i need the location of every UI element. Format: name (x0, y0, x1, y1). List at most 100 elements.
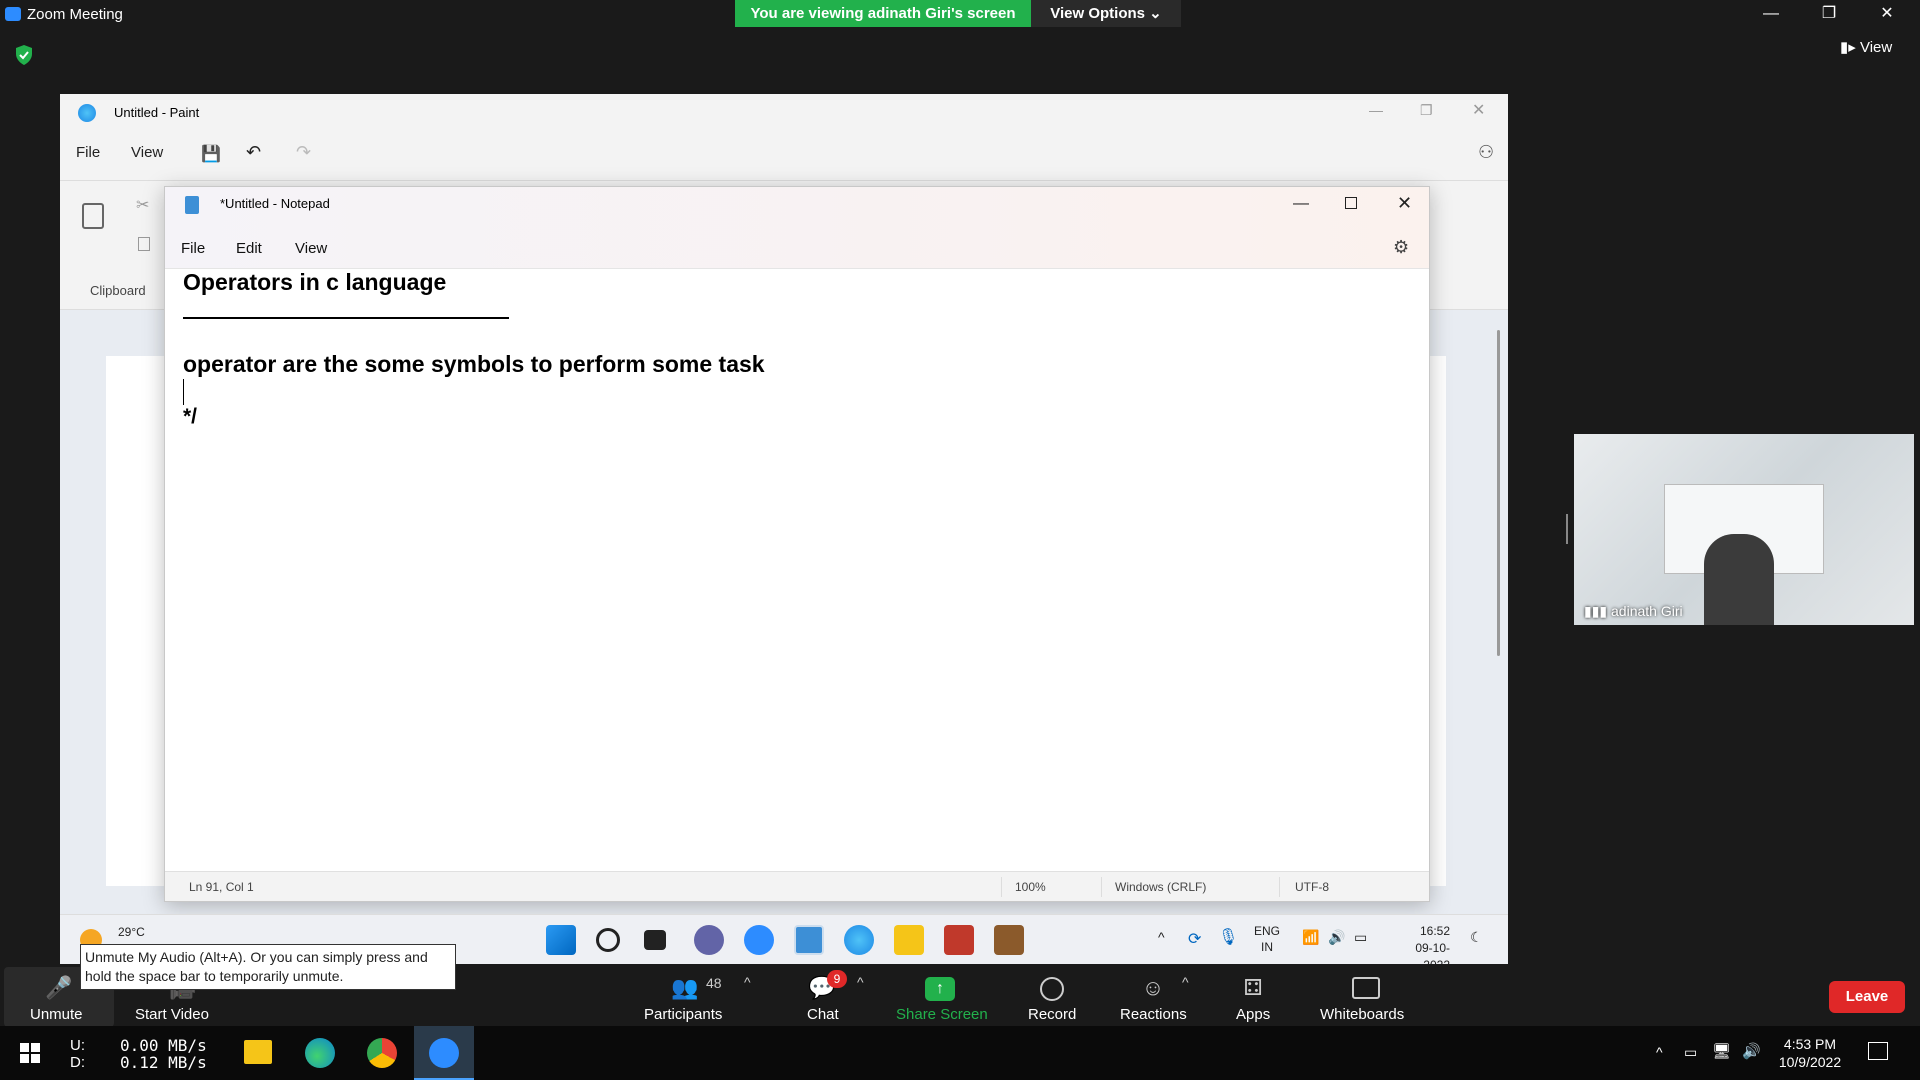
chrome-icon[interactable] (367, 1038, 397, 1068)
paint-menu-view[interactable]: View (131, 144, 163, 161)
search-icon[interactable] (596, 928, 620, 952)
view-options-label: View Options (1050, 5, 1145, 22)
participant-name-label: ▮▮▮ adinath Giri (1584, 603, 1683, 620)
whiteboards-button[interactable]: Whiteboards (1318, 967, 1418, 1027)
task-view-icon[interactable] (644, 930, 666, 950)
whiteboard-icon (1352, 977, 1380, 999)
tray-network-icon[interactable]: 🖥 (1712, 1042, 1731, 1060)
participants-chevron-up-icon[interactable]: ^ (744, 974, 751, 990)
notepad-menu-edit[interactable]: Edit (236, 240, 262, 257)
viewing-banner: You are viewing adinath Giri's screen (735, 0, 1031, 27)
system-date: 10/9/2022 (1778, 1054, 1842, 1070)
tray-battery-icon[interactable]: ▭ (1684, 1044, 1697, 1061)
notepad-window: *Untitled - Notepad — ✕ File Edit View ⚙… (164, 186, 1430, 902)
apps-button[interactable]: ⚃ Apps (1220, 967, 1286, 1027)
notepad-minimize-button[interactable]: — (1293, 195, 1309, 213)
paint-scrollbar[interactable] (1497, 330, 1500, 656)
status-divider (1101, 877, 1102, 897)
encoding: UTF-8 (1295, 880, 1329, 894)
participants-label: Participants (644, 1006, 723, 1023)
chat-button[interactable]: 💬 9 Chat (795, 967, 865, 1027)
sync-icon[interactable]: ⟳ (1188, 929, 1201, 949)
wifi-icon[interactable]: 📶 (1302, 929, 1319, 946)
notification-icon[interactable] (1868, 1042, 1888, 1060)
windows-start-icon[interactable] (20, 1043, 40, 1063)
paint-menu-file[interactable]: File (76, 144, 100, 161)
record-icon (1040, 977, 1064, 1001)
line-ending: Windows (CRLF) (1115, 880, 1207, 894)
paint-restore-button[interactable]: ❐ (1420, 102, 1433, 119)
cut-icon[interactable]: ✂ (136, 195, 149, 215)
participants-count: 48 (706, 975, 722, 991)
chat-badge: 9 (827, 970, 847, 988)
record-button[interactable]: Record (1018, 967, 1088, 1027)
reactions-button[interactable]: ☺ Reactions (1112, 967, 1192, 1027)
edge-icon[interactable] (305, 1038, 335, 1068)
view-options-button[interactable]: View Options ⌄ (1031, 0, 1181, 27)
zoom-taskbar-button[interactable] (414, 1026, 474, 1080)
status-divider (1279, 877, 1280, 897)
share-icon[interactable]: ⚇ (1478, 142, 1494, 163)
save-icon[interactable]: 💾 (201, 144, 221, 164)
microphone-icon[interactable]: 🎙 (1218, 927, 1238, 947)
share-screen-button[interactable]: ↑ Share Screen (890, 967, 990, 1027)
participants-icon: 👥 (671, 975, 699, 1000)
status-divider (1001, 877, 1002, 897)
zoom-icon[interactable] (744, 925, 774, 955)
battery-icon[interactable]: ▭ (1354, 929, 1367, 946)
view-button-label: View (1859, 39, 1893, 56)
paint-app-icon (78, 104, 96, 122)
restore-button[interactable]: ❐ (1806, 2, 1852, 26)
notepad-taskbar-icon[interactable] (794, 925, 824, 955)
zoom-titlebar: Zoom Meeting You are viewing adinath Gir… (0, 0, 1920, 29)
tray-chevron-up-icon[interactable]: ^ (1656, 1044, 1663, 1060)
view-button[interactable]: ▮▸ View (1840, 38, 1892, 56)
lang-region: IN (1261, 940, 1273, 954)
paint-taskbar-icon[interactable] (844, 925, 874, 955)
close-button[interactable]: ✕ (1864, 2, 1910, 26)
whiteboards-label: Whiteboards (1320, 1006, 1405, 1023)
paste-icon[interactable] (82, 203, 104, 229)
participants-button[interactable]: 👥 48 Participants (640, 967, 760, 1027)
language-indicator[interactable]: ENG IN (1254, 923, 1280, 955)
cursor-position: Ln 91, Col 1 (189, 880, 254, 894)
system-clock[interactable]: 4:53 PM 10/9/2022 (1775, 1035, 1845, 1071)
shield-icon[interactable] (14, 44, 34, 66)
zoom-app-icon (5, 7, 21, 21)
chevron-up-icon[interactable]: ^ (1158, 929, 1165, 945)
lang-code: ENG (1254, 924, 1281, 938)
reactions-chevron-up-icon[interactable]: ^ (1182, 974, 1189, 990)
notepad-menu-view[interactable]: View (295, 240, 327, 257)
chat-label: Chat (807, 1006, 839, 1023)
start-icon[interactable] (546, 925, 576, 955)
tray-volume-icon[interactable]: 🔊 (1742, 1042, 1761, 1060)
notepad-close-button[interactable]: ✕ (1397, 193, 1412, 214)
minimize-button[interactable]: — (1748, 2, 1794, 26)
volume-icon[interactable]: 🔊 (1328, 929, 1345, 946)
paint-close-button[interactable]: ✕ (1472, 100, 1485, 120)
notepad-maximize-button[interactable] (1345, 197, 1357, 209)
file-explorer-taskbar-icon[interactable] (244, 1040, 272, 1064)
redo-icon[interactable]: ↷ (296, 142, 311, 163)
notepad-menu-file[interactable]: File (181, 240, 205, 257)
video-panel-handle[interactable] (1566, 514, 1568, 544)
signal-icon: ▮▮▮ (1584, 603, 1608, 619)
system-time: 4:53 PM (1783, 1036, 1837, 1052)
chat-chevron-up-icon[interactable]: ^ (857, 974, 864, 990)
settings-gear-icon[interactable]: ⚙ (1393, 237, 1409, 258)
paint-minimize-button[interactable]: — (1369, 102, 1383, 118)
participant-video[interactable]: ▮▮▮ adinath Giri (1574, 434, 1914, 625)
file-explorer-icon[interactable] (894, 925, 924, 955)
moon-icon[interactable]: ☾ (1470, 929, 1483, 946)
leave-button[interactable]: Leave (1829, 981, 1905, 1013)
copy-icon[interactable] (138, 237, 150, 251)
box-app-icon[interactable] (994, 925, 1024, 955)
start-video-label: Start Video (135, 1006, 209, 1023)
teams-chat-icon[interactable] (694, 925, 724, 955)
notepad-menubar: File Edit View ⚙ (165, 229, 1429, 269)
media-icon[interactable] (944, 925, 974, 955)
undo-icon[interactable]: ↶ (246, 142, 261, 163)
editor-underline (183, 317, 509, 319)
reactions-icon: ☺ (1141, 975, 1165, 1000)
notepad-editor[interactable]: Operators in c language operator are the… (165, 269, 1429, 869)
